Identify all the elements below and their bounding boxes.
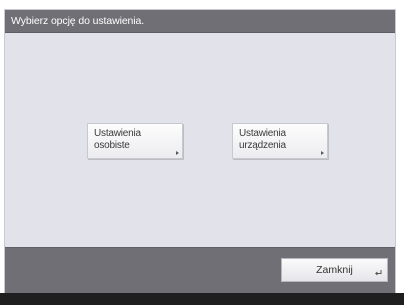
footer-bar: Zamknij [5, 247, 395, 293]
close-button[interactable]: Zamknij [281, 258, 388, 282]
dialog-title: Wybierz opcję do ustawienia. [11, 15, 145, 27]
bottom-strip [0, 293, 404, 305]
close-button-label: Zamknij [316, 264, 353, 276]
personal-settings-button[interactable]: Ustawienia osobiste [87, 123, 183, 159]
arrow-right-icon [176, 151, 179, 155]
arrow-right-icon [321, 151, 324, 155]
options-panel: Ustawienia osobiste Ustawienia urządzeni… [5, 33, 395, 247]
device-settings-button[interactable]: Ustawienia urządzenia [232, 123, 328, 159]
title-bar: Wybierz opcję do ustawienia. [5, 10, 395, 33]
dialog-screen: Wybierz opcję do ustawienia. Ustawienia … [4, 9, 396, 293]
device-settings-label: Ustawienia urządzenia [239, 128, 286, 151]
personal-settings-label: Ustawienia osobiste [94, 128, 141, 151]
return-icon [375, 270, 382, 276]
